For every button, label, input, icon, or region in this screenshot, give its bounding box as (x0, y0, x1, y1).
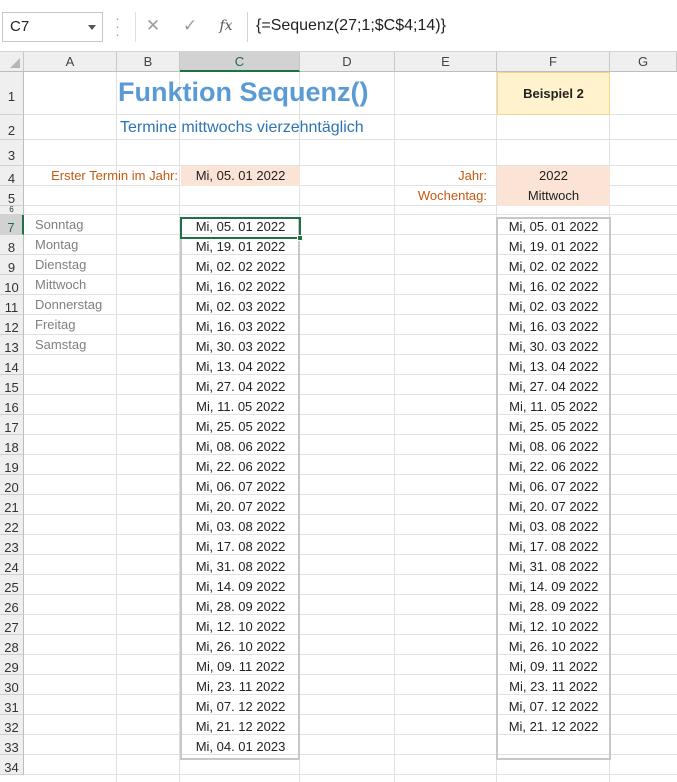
row-header-26[interactable]: 26 (0, 595, 24, 615)
row-header-19[interactable]: 19 (0, 455, 24, 475)
name-box[interactable]: C7 (2, 12, 103, 42)
formula-input[interactable]: {=Sequenz(27;1;$C$4;14)} (247, 12, 677, 42)
row-header-15[interactable]: 15 (0, 375, 24, 395)
row-header-33[interactable]: 33 (0, 735, 24, 755)
more-options-icon[interactable]: · · · (115, 11, 121, 41)
weekday-cell[interactable]: Mittwoch (24, 275, 180, 295)
row-header-11[interactable]: 11 (0, 295, 24, 315)
row-header-2[interactable]: 2 (0, 115, 24, 140)
first-date-cell[interactable]: Mi, 05. 01 2022 (181, 166, 300, 186)
fill-handle[interactable] (297, 235, 303, 241)
row-header-18[interactable]: 18 (0, 435, 24, 455)
formula-bar: C7 · · · ✕ ✓ fx {=Sequenz(27;1;$C$4;14)} (0, 0, 677, 52)
gridline (24, 139, 677, 140)
weekday-cell[interactable]: Samstag (24, 335, 180, 355)
active-cell-cursor (180, 217, 303, 241)
divider (135, 12, 136, 42)
row-header-14[interactable]: 14 (0, 355, 24, 375)
weekday-label[interactable]: Wochentag: (395, 186, 487, 206)
column-header-g[interactable]: G (610, 52, 677, 72)
example-badge[interactable]: Beispiel 2 (497, 72, 610, 115)
gridline (24, 774, 677, 775)
row-header-34[interactable]: 34 (0, 755, 24, 775)
row-header-6[interactable]: 6 (0, 206, 24, 215)
chevron-down-icon[interactable] (88, 25, 96, 30)
year-cell[interactable]: 2022 (497, 166, 610, 186)
first-date-label[interactable]: Erster Termin im Jahr: (24, 166, 178, 186)
row-header-20[interactable]: 20 (0, 475, 24, 495)
weekday-cell[interactable]: Montag (24, 235, 180, 255)
row-header-8[interactable]: 8 (0, 235, 24, 255)
column-header-d[interactable]: D (300, 52, 395, 72)
row-header-3[interactable]: 3 (0, 140, 24, 166)
sheet-title[interactable]: Funktion Sequenz() (118, 77, 418, 110)
row-header-32[interactable]: 32 (0, 715, 24, 735)
year-label[interactable]: Jahr: (395, 166, 487, 186)
row-header-31[interactable]: 31 (0, 695, 24, 715)
weekday-cell[interactable]: Mittwoch (497, 186, 610, 206)
weekday-cell[interactable]: Freitag (24, 315, 180, 335)
sheet-subtitle[interactable]: Termine mittwochs vierzehntäglich (120, 117, 420, 139)
cancel-icon[interactable]: ✕ (142, 13, 164, 39)
row-header-28[interactable]: 28 (0, 635, 24, 655)
row-header-9[interactable]: 9 (0, 255, 24, 275)
row-header-10[interactable]: 10 (0, 275, 24, 295)
enter-icon[interactable]: ✓ (179, 13, 201, 39)
dates-f-frame (496, 217, 611, 760)
column-header-c[interactable]: C (180, 52, 300, 72)
row-header-7[interactable]: 7 (0, 215, 24, 235)
column-header-e[interactable]: E (395, 52, 497, 72)
row-header-16[interactable]: 16 (0, 395, 24, 415)
row-header-22[interactable]: 22 (0, 515, 24, 535)
row-header-12[interactable]: 12 (0, 315, 24, 335)
row-header-25[interactable]: 25 (0, 575, 24, 595)
dates-c-frame (180, 217, 300, 760)
select-all-button[interactable] (0, 52, 24, 72)
column-header-b[interactable]: B (117, 52, 180, 72)
row-header-30[interactable]: 30 (0, 675, 24, 695)
insert-function-icon[interactable]: fx (215, 13, 237, 39)
weekday-cell[interactable]: Sonntag (24, 215, 180, 235)
weekday-cell[interactable]: Donnerstag (24, 295, 180, 315)
row-header-24[interactable]: 24 (0, 555, 24, 575)
row-header-29[interactable]: 29 (0, 655, 24, 675)
row-header-5[interactable]: 5 (0, 186, 24, 206)
row-header-13[interactable]: 13 (0, 335, 24, 355)
column-header-f[interactable]: F (497, 52, 610, 72)
name-box-value: C7 (10, 18, 30, 35)
row-header-17[interactable]: 17 (0, 415, 24, 435)
weekday-cell[interactable]: Dienstag (24, 255, 180, 275)
row-header-21[interactable]: 21 (0, 495, 24, 515)
column-header-a[interactable]: A (24, 52, 117, 72)
row-header-27[interactable]: 27 (0, 615, 24, 635)
row-header-23[interactable]: 23 (0, 535, 24, 555)
row-header-4[interactable]: 4 (0, 166, 24, 186)
row-header-1[interactable]: 1 (0, 72, 24, 115)
